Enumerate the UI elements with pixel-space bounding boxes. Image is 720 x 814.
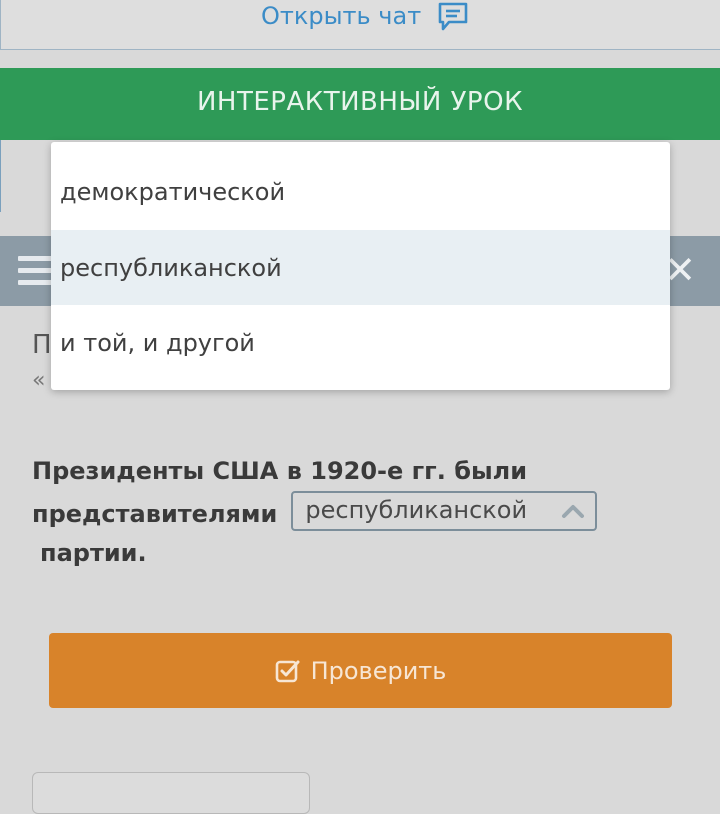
dropdown-option-label: и той, и другой [60,328,255,357]
open-chat-button[interactable]: Открыть чат [261,0,469,32]
dropdown-option[interactable]: и той, и другой [51,305,670,380]
question-text-after-select: партии. [40,539,147,567]
secondary-button[interactable] [32,772,310,814]
dropdown-option-label: демократической [60,177,286,206]
chat-icon [438,2,468,31]
answer-dropdown-menu: демократической республиканской и той, и… [51,142,670,390]
answer-select-value: республиканской [305,496,528,524]
interactive-lesson-bar: ИНТЕРАКТИВНЫЙ УРОК [0,68,720,140]
question-line-with-select: представителями республиканской [32,490,682,536]
dropdown-option-selected[interactable]: республиканской [51,230,670,305]
open-chat-label: Открыть чат [261,2,422,30]
question-text-before-select: представителями [32,500,278,528]
question-text-line1: Президенты США в 1920-е гг. были [32,457,528,485]
check-button-label: Проверить [310,656,447,685]
dropdown-option[interactable]: демократической [51,154,670,229]
task-instruction-partial: П [32,330,52,360]
chat-bar: Открыть чат [0,0,720,50]
answer-select[interactable]: республиканской [291,490,598,531]
chevron-up-icon [562,504,585,518]
checkbox-icon [275,660,300,682]
strip-border [0,140,1,212]
question-block: Президенты США в 1920-е гг. были предста… [32,450,682,575]
lesson-bar-title: ИНТЕРАКТИВНЫЙ УРОК [196,87,524,117]
dropdown-option-label: республиканской [60,253,282,282]
check-button[interactable]: Проверить [49,633,672,708]
task-instruction-partial-2: « [32,368,46,393]
